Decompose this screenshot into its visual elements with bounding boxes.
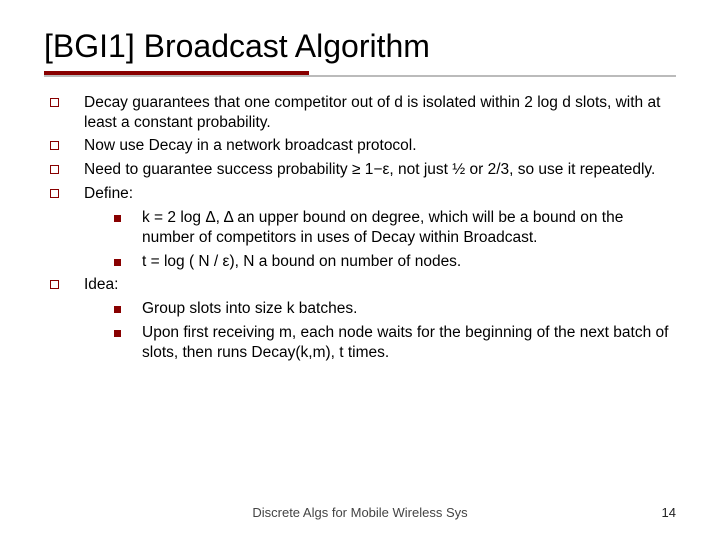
title-underline [44,71,676,77]
list-item: Now use Decay in a network broadcast pro… [48,136,672,156]
list-item-text: Define: [84,185,133,202]
list-item-text: k = 2 log Δ, Δ an upper bound on degree,… [142,209,623,246]
list-item: Decay guarantees that one competitor out… [48,93,672,133]
list-item-text: Upon first receiving m, each node waits … [142,324,668,361]
list-item-text: Need to guarantee success probability ≥ … [84,161,655,178]
list-item: k = 2 log Δ, Δ an upper bound on degree,… [112,208,672,248]
list-item-text: Decay guarantees that one competitor out… [84,94,660,131]
list-item-text: t = log ( N / ε), N a bound on number of… [142,253,461,270]
list-item: t = log ( N / ε), N a bound on number of… [112,252,672,272]
title-ref: [BGI1] [44,28,135,64]
title-text: Broadcast Algorithm [144,28,430,64]
list-item: Group slots into size k batches. [112,299,672,319]
slide-footer: Discrete Algs for Mobile Wireless Sys 14 [0,505,720,520]
list-item-text: Idea: [84,276,118,293]
list-item-text: Now use Decay in a network broadcast pro… [84,137,417,154]
footer-center-text: Discrete Algs for Mobile Wireless Sys [0,505,720,520]
slide: [BGI1] Broadcast Algorithm Decay guarant… [0,0,720,540]
sub-bullet-list: Group slots into size k batches. Upon fi… [84,299,672,362]
underline-shadow [44,75,676,77]
list-item-text: Group slots into size k batches. [142,300,357,317]
list-item: Need to guarantee success probability ≥ … [48,160,672,180]
list-item: Upon first receiving m, each node waits … [112,323,672,363]
page-number: 14 [662,505,676,520]
bullet-list: Decay guarantees that one competitor out… [44,93,676,363]
sub-bullet-list: k = 2 log Δ, Δ an upper bound on degree,… [84,208,672,271]
list-item: Define: k = 2 log Δ, Δ an upper bound on… [48,184,672,271]
list-item: Idea: Group slots into size k batches. U… [48,275,672,362]
slide-title: [BGI1] Broadcast Algorithm [44,28,676,65]
